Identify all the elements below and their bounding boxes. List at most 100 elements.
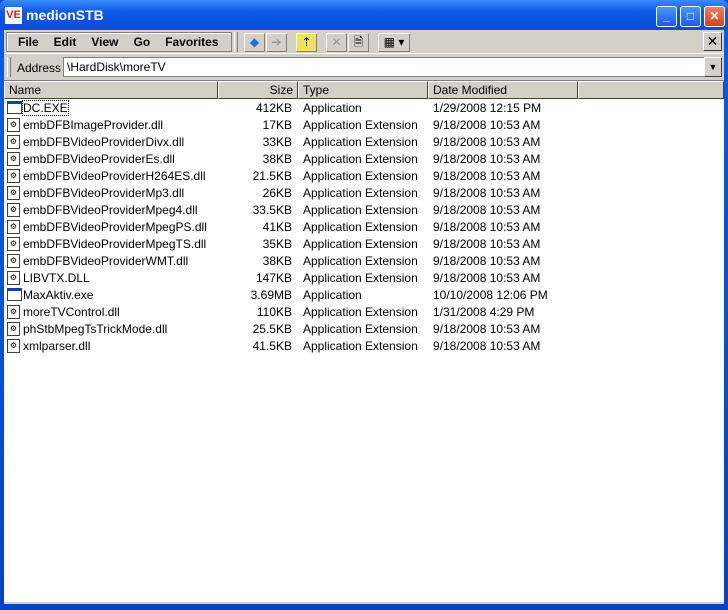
file-row[interactable]: DC.EXE 412KB Application 1/29/2008 12:15… — [4, 100, 604, 117]
file-type: Application Extension — [303, 118, 418, 132]
file-row[interactable]: ⚙ embDFBVideoProviderEs.dll 38KB Applica… — [4, 151, 604, 168]
menu-bar: File Edit View Go Favorites — [6, 32, 232, 52]
views-menu-icon[interactable]: ▦ ▾ — [378, 33, 410, 52]
dll-file-icon: ⚙ — [7, 135, 20, 149]
file-row[interactable]: ⚙ LIBVTX.DLL 147KB Application Extension… — [4, 270, 604, 287]
file-size: 41.5KB — [252, 339, 292, 353]
file-date: 9/18/2008 10:53 AM — [433, 322, 541, 336]
file-size: 21.5KB — [252, 169, 292, 183]
column-header-type[interactable]: Type — [298, 81, 428, 99]
file-date: 9/18/2008 10:53 AM — [433, 118, 541, 132]
file-date: 9/18/2008 10:53 AM — [433, 237, 541, 251]
close-button[interactable]: ✕ — [704, 6, 725, 27]
column-header-date[interactable]: Date Modified — [428, 81, 578, 99]
forward-arrow-icon[interactable]: ➔ — [266, 33, 287, 52]
window-title: medionSTB — [26, 7, 104, 23]
file-type: Application Extension — [303, 271, 418, 285]
dll-file-icon: ⚙ — [7, 237, 20, 251]
file-size: 110KB — [256, 305, 292, 319]
file-date: 9/18/2008 10:53 AM — [433, 203, 541, 217]
file-name: embDFBVideoProviderMpeg4.dll — [23, 203, 198, 217]
file-row[interactable]: MaxAktiv.exe 3.69MB Application 10/10/20… — [4, 287, 604, 304]
file-type: Application Extension — [303, 169, 418, 183]
file-type: Application — [303, 101, 362, 115]
title-bar: VE medionSTB _ □ ✕ — [0, 0, 728, 30]
file-name: moreTVControl.dll — [23, 305, 120, 319]
file-row[interactable]: ⚙ xmlparser.dll 41.5KB Application Exten… — [4, 338, 604, 355]
file-date: 9/18/2008 10:53 AM — [433, 220, 541, 234]
file-date: 9/18/2008 10:53 AM — [433, 339, 541, 353]
file-size: 25.5KB — [252, 322, 292, 336]
file-name: embDFBVideoProviderMpegTS.dll — [23, 237, 207, 251]
file-size: 33KB — [262, 135, 292, 149]
file-row[interactable]: ⚙ embDFBVideoProviderDivx.dll 33KB Appli… — [4, 134, 604, 151]
file-size: 41KB — [262, 220, 292, 234]
file-size: 412KB — [255, 101, 292, 115]
address-grip[interactable] — [7, 57, 11, 77]
file-row[interactable]: ⚙ embDFBVideoProviderH264ES.dll 21.5KB A… — [4, 168, 604, 185]
column-header-name[interactable]: Name — [4, 81, 218, 99]
file-type: Application Extension — [303, 135, 418, 149]
dll-file-icon: ⚙ — [7, 152, 20, 166]
menu-view[interactable]: View — [84, 33, 126, 51]
file-name: embDFBVideoProviderDivx.dll — [23, 135, 185, 149]
file-row[interactable]: ⚙ phStbMpegTsTrickMode.dll 25.5KB Applic… — [4, 321, 604, 338]
file-size: 38KB — [262, 152, 292, 166]
address-input[interactable]: \HardDisk\moreTV — [63, 57, 705, 77]
close-folder-button[interactable]: ✕ — [703, 32, 722, 51]
maximize-button[interactable]: □ — [680, 6, 701, 27]
file-name: LIBVTX.DLL — [23, 271, 90, 285]
file-type: Application Extension — [303, 305, 418, 319]
dll-file-icon: ⚙ — [7, 203, 20, 217]
file-name: xmlparser.dll — [23, 339, 91, 353]
address-bar: Address \HardDisk\moreTV ▼ — [4, 55, 724, 79]
file-size: 26KB — [262, 186, 292, 200]
file-name: phStbMpegTsTrickMode.dll — [23, 322, 168, 336]
file-row[interactable]: ⚙ embDFBImageProvider.dll 17KB Applicati… — [4, 117, 604, 134]
address-label: Address — [17, 61, 62, 75]
dll-file-icon: ⚙ — [7, 254, 20, 268]
dll-file-icon: ⚙ — [7, 169, 20, 183]
file-size: 35KB — [262, 237, 292, 251]
dll-file-icon: ⚙ — [7, 271, 20, 285]
file-row[interactable]: ⚙ embDFBVideoProviderMpegPS.dll 41KB App… — [4, 219, 604, 236]
toolbar-grip[interactable] — [234, 32, 238, 52]
explorer-window: VE medionSTB _ □ ✕ File Edit View Go Fav… — [0, 0, 728, 610]
file-date: 9/18/2008 10:53 AM — [433, 152, 541, 166]
file-size: 17KB — [262, 118, 292, 132]
file-size: 3.69MB — [250, 288, 292, 302]
file-size: 33.5KB — [252, 203, 292, 217]
up-folder-icon[interactable]: ⇡ — [296, 33, 317, 52]
file-type: Application Extension — [303, 339, 418, 353]
file-type: Application Extension — [303, 220, 418, 234]
column-header-size[interactable]: Size — [218, 81, 298, 99]
menu-favorites[interactable]: Favorites — [158, 33, 226, 51]
file-row[interactable]: ⚙ embDFBVideoProviderMp3.dll 26KB Applic… — [4, 185, 604, 202]
file-row[interactable]: ⚙ embDFBVideoProviderMpeg4.dll 33.5KB Ap… — [4, 202, 604, 219]
file-size: 38KB — [262, 254, 292, 268]
application-icon — [7, 288, 22, 301]
dll-file-icon: ⚙ — [7, 118, 20, 132]
file-row[interactable]: ⚙ moreTVControl.dll 110KB Application Ex… — [4, 304, 604, 321]
file-type: Application Extension — [303, 203, 418, 217]
address-dropdown-icon[interactable]: ▼ — [704, 57, 722, 77]
back-arrow-icon[interactable]: ◆ — [244, 33, 265, 52]
menu-edit[interactable]: Edit — [47, 33, 85, 51]
file-name: embDFBImageProvider.dll — [23, 118, 164, 132]
file-name: embDFBVideoProviderMp3.dll — [23, 186, 185, 200]
file-date: 9/18/2008 10:53 AM — [433, 135, 541, 149]
menu-go[interactable]: Go — [126, 33, 158, 51]
menu-file[interactable]: File — [11, 33, 47, 51]
delete-icon[interactable]: ✕ — [326, 33, 347, 52]
file-name: DC.EXE — [22, 100, 69, 116]
app-icon[interactable]: VE — [5, 7, 22, 24]
minimize-button[interactable]: _ — [656, 6, 677, 27]
file-date: 1/29/2008 12:15 PM — [433, 101, 542, 115]
client-area: File Edit View Go Favorites ◆ ➔ ⇡ ✕ 🗎 ▦ … — [4, 30, 724, 604]
column-header-empty — [578, 81, 724, 99]
file-date: 10/10/2008 12:06 PM — [433, 288, 548, 302]
file-row[interactable]: ⚙ embDFBVideoProviderMpegTS.dll 35KB App… — [4, 236, 604, 253]
file-date: 9/18/2008 10:53 AM — [433, 271, 541, 285]
file-row[interactable]: ⚙ embDFBVideoProviderWMT.dll 38KB Applic… — [4, 253, 604, 270]
properties-icon[interactable]: 🗎 — [348, 33, 369, 52]
